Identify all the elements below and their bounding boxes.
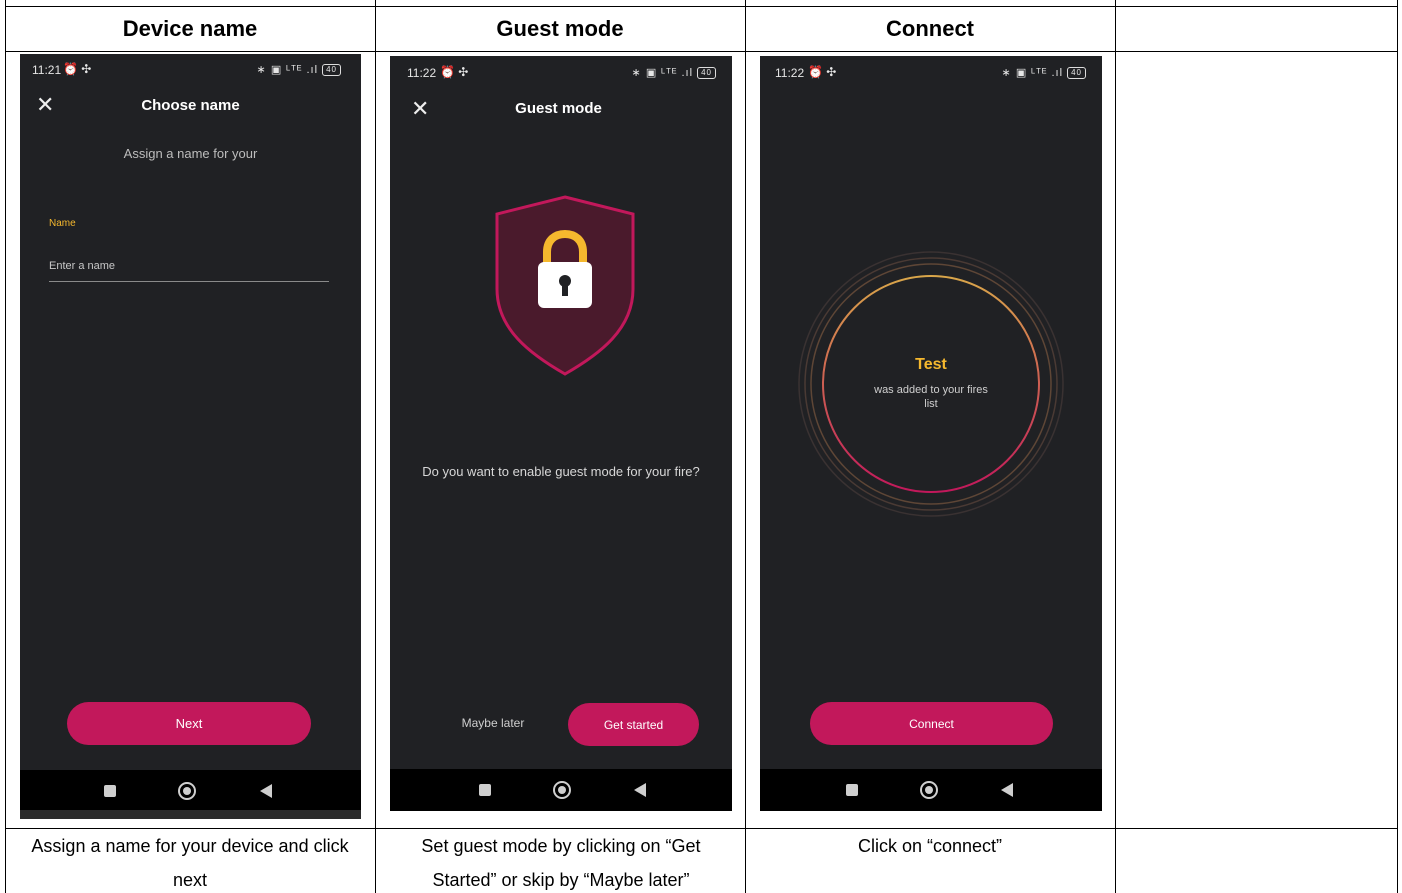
nav-bar: [20, 770, 361, 810]
status-time: 11:21: [32, 63, 62, 77]
caption-connect: Click on “connect”: [857, 836, 1003, 856]
screen-choose-name: 11:21 ⏰ ✣ ∗ ▣ ᴸᵀᴱ .ıl 40 ✕ Choose name A…: [20, 54, 361, 819]
bottom-strip: [20, 810, 361, 819]
next-button[interactable]: Next: [67, 702, 311, 745]
status-bar: 11:21 ⏰ ✣ ∗ ▣ ᴸᵀᴱ .ıl 40: [20, 54, 361, 84]
status-icons: ∗ ▣ ᴸᵀᴱ .ıl 40: [1002, 66, 1086, 80]
header-connect: Connect: [886, 15, 974, 41]
connect-button[interactable]: Connect: [810, 702, 1053, 745]
home-icon[interactable]: [553, 781, 571, 799]
nav-bar: [760, 769, 1102, 811]
caption-device-name: Assign a name for your device and click …: [31, 836, 349, 890]
header-guest-mode: Guest mode: [496, 15, 624, 41]
alarm-icon: ⏰ ✣: [440, 65, 469, 79]
status-icons: ∗ ▣ ᴸᵀᴱ .ıl 40: [257, 63, 341, 77]
name-field-label: Name: [49, 218, 76, 229]
header-device-name: Device name: [122, 15, 258, 41]
status-bar: 11:22 ⏰ ✣ ∗ ▣ ᴸᵀᴱ .ıl 40: [760, 56, 1102, 86]
alarm-icon: ⏰ ✣: [808, 65, 837, 79]
back-icon[interactable]: [1001, 783, 1013, 797]
recents-icon[interactable]: [479, 784, 491, 796]
battery-icon: 40: [322, 64, 341, 77]
shield-lock-icon: [495, 195, 635, 376]
status-icons: ∗ ▣ ᴸᵀᴱ .ıl 40: [632, 66, 716, 80]
screen-connect: 11:22 ⏰ ✣ ∗ ▣ ᴸᵀᴱ .ıl 40 Test was added …: [760, 56, 1102, 811]
recents-icon[interactable]: [846, 784, 858, 796]
nav-bar: [390, 769, 732, 811]
subtitle: Assign a name for your: [123, 146, 258, 161]
back-icon[interactable]: [260, 784, 272, 798]
recents-icon[interactable]: [104, 785, 116, 797]
device-name-text: Test: [915, 356, 947, 373]
page-title: Guest mode: [515, 100, 602, 117]
status-time: 11:22: [775, 66, 805, 80]
back-icon[interactable]: [634, 783, 646, 797]
guest-question: Do you want to enable guest mode for you…: [422, 464, 700, 479]
name-input[interactable]: Enter a name: [49, 256, 329, 282]
page-title: Choose name: [141, 97, 240, 114]
screen-guest-mode: 11:22 ⏰ ✣ ∗ ▣ ᴸᵀᴱ .ıl 40 ✕ Guest mode Do…: [390, 56, 732, 811]
status-bar: 11:22 ⏰ ✣ ∗ ▣ ᴸᵀᴱ .ıl 40: [390, 56, 732, 86]
status-time: 11:22: [407, 66, 437, 80]
get-started-button[interactable]: Get started: [568, 703, 699, 746]
name-input-placeholder: Enter a name: [49, 260, 116, 272]
battery-icon: 40: [697, 67, 716, 80]
header-empty: [1115, 3, 1397, 54]
home-icon[interactable]: [920, 781, 938, 799]
home-icon[interactable]: [178, 782, 196, 800]
battery-icon: 40: [1067, 67, 1086, 80]
alarm-icon: ⏰ ✣: [63, 62, 92, 76]
maybe-later-button[interactable]: Maybe later: [458, 716, 528, 730]
added-message: was added to your fires list: [874, 384, 988, 410]
caption-guest-mode: Set guest mode by clicking on “Get Start…: [421, 836, 701, 890]
